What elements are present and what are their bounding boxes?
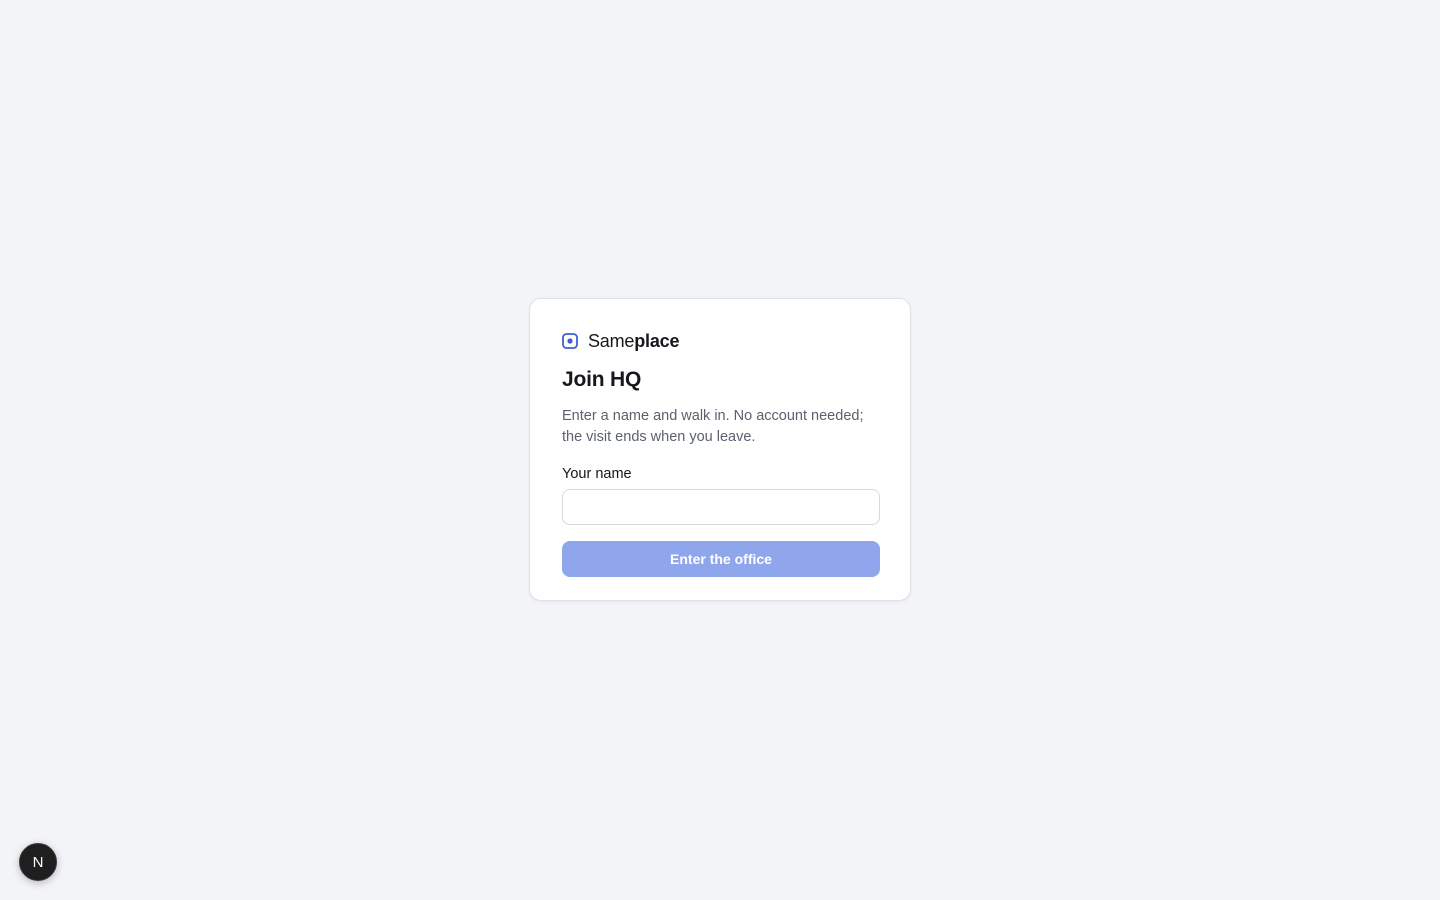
enter-office-button[interactable]: Enter the office <box>562 541 880 577</box>
name-field-label: Your name <box>562 466 632 482</box>
brand-name-light: Same <box>588 330 635 351</box>
join-description: Enter a name and walk in. No account nee… <box>562 408 864 445</box>
join-page: Sameplace Join HQ Enter a name and walk … <box>0 0 1440 900</box>
dev-badge-letter: N <box>32 853 44 871</box>
page-title: Join HQ <box>562 368 642 391</box>
target-square-icon <box>562 333 578 349</box>
join-card: Sameplace Join HQ Enter a name and walk … <box>529 298 911 601</box>
name-input[interactable] <box>562 489 880 525</box>
nextjs-logo-icon[interactable]: N <box>19 843 57 881</box>
brand-logo: Sameplace <box>562 330 679 352</box>
brand-name: Sameplace <box>588 331 679 352</box>
brand-name-bold: place <box>634 330 680 351</box>
